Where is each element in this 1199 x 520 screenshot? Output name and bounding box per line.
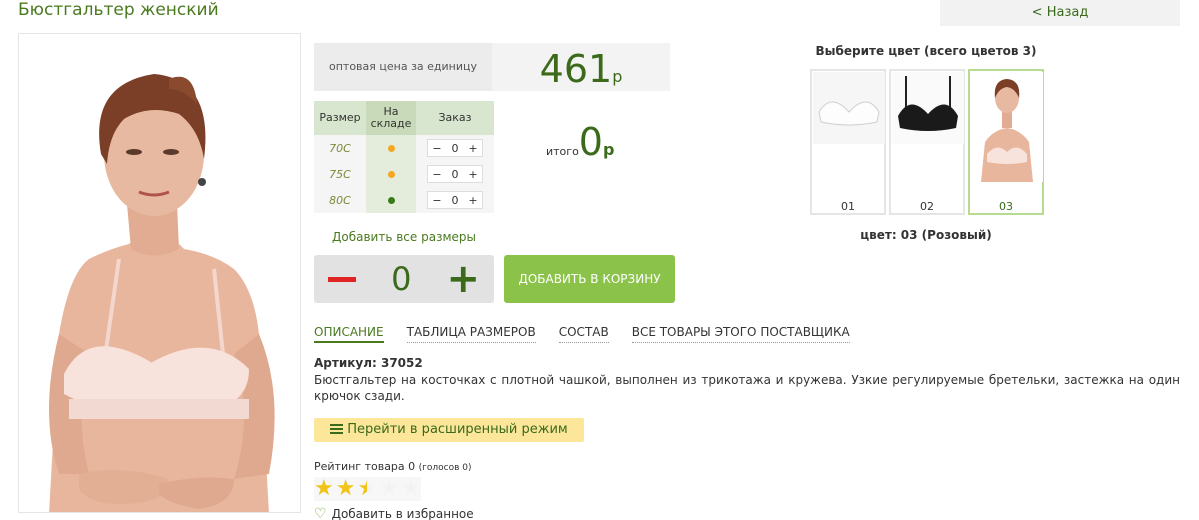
- swatch-label: 01: [841, 200, 855, 213]
- rating-label: Рейтинг товара 0: [314, 460, 416, 473]
- swatch-image: [813, 72, 885, 144]
- total-label: итого: [546, 145, 579, 158]
- total-value: 0: [578, 120, 603, 164]
- swatch-image: [892, 72, 964, 144]
- plus-button[interactable]: +: [464, 194, 482, 207]
- star-half-icon[interactable]: ★: [357, 477, 377, 501]
- advanced-mode-button[interactable]: Перейти в расширенный режим: [314, 418, 584, 442]
- star-icon[interactable]: ★: [314, 477, 334, 501]
- heart-icon: ♡: [314, 506, 327, 520]
- stock-header: На складе: [366, 101, 416, 135]
- swatch-label: 03: [999, 200, 1013, 213]
- product-tabs: ОПИСАНИЕ ТАБЛИЦА РАЗМЕРОВ СОСТАВ ВСЕ ТОВ…: [314, 325, 850, 343]
- stock-dot-icon: [387, 144, 395, 152]
- star-icon[interactable]: ★: [401, 477, 421, 501]
- table-row: 75C − 0 +: [314, 161, 494, 187]
- price-currency: р: [612, 67, 623, 86]
- star-icon[interactable]: ★: [379, 477, 399, 501]
- color-swatch[interactable]: 01: [810, 69, 886, 215]
- product-photo: [18, 33, 301, 513]
- price-amount: 461: [539, 47, 613, 91]
- tab-size-table[interactable]: ТАБЛИЦА РАЗМЕРОВ: [406, 325, 536, 343]
- size-value: 80C: [329, 193, 351, 207]
- order-stepper: − 0 +: [427, 165, 483, 183]
- minus-button[interactable]: −: [428, 168, 446, 181]
- order-qty[interactable]: 0: [446, 194, 464, 207]
- order-header: Заказ: [416, 101, 494, 135]
- rating-votes: (голосов 0): [418, 463, 472, 473]
- minus-button[interactable]: −: [428, 194, 446, 207]
- color-swatch[interactable]: 02: [889, 69, 965, 215]
- tab-supplier-products[interactable]: ВСЕ ТОВАРЫ ЭТОГО ПОСТАВЩИКА: [631, 325, 850, 343]
- article-number: Артикул: 37052: [314, 356, 423, 370]
- order-cell: − 0 +: [416, 135, 494, 161]
- swatch-label: 02: [920, 200, 934, 213]
- rating-stars: ★ ★ ★ ★ ★: [314, 477, 421, 501]
- add-to-favorites-link[interactable]: ♡ Добавить в избранное: [314, 506, 474, 520]
- product-description: Бюстгальтер на косточках с плотной чашко…: [314, 373, 1180, 403]
- page-title: Бюстгальтер женский: [18, 0, 219, 20]
- total: итого0р: [546, 120, 614, 164]
- stock-indicator: [366, 161, 416, 187]
- size-value: 70C: [329, 141, 351, 155]
- table-row: 80C − 0 +: [314, 187, 494, 213]
- color-swatches: 01 02 03: [810, 69, 1044, 215]
- list-icon: [330, 424, 344, 434]
- quantity-stepper: 0 +: [314, 255, 494, 303]
- order-stepper: − 0 +: [427, 191, 483, 209]
- stock-indicator: [366, 135, 416, 161]
- total-currency: р: [602, 140, 615, 159]
- order-qty[interactable]: 0: [446, 142, 464, 155]
- stock-dot-icon: [387, 170, 395, 178]
- favorites-label: Добавить в избранное: [331, 507, 474, 520]
- stock-dot-icon: [387, 196, 395, 204]
- minus-button[interactable]: −: [428, 142, 446, 155]
- color-picker-title: Выберите цвет (всего цветов 3): [815, 44, 1037, 58]
- plus-button[interactable]: +: [464, 168, 482, 181]
- add-to-cart-button[interactable]: ДОБАВИТЬ В КОРЗИНУ: [504, 255, 675, 303]
- add-all-sizes-link[interactable]: Добавить все размеры: [314, 230, 494, 244]
- back-button[interactable]: < Назад: [940, 0, 1180, 26]
- quantity-plus-button[interactable]: +: [446, 259, 480, 299]
- stock-indicator: [366, 187, 416, 213]
- size-header: Размер: [314, 101, 366, 135]
- rating: Рейтинг товара 0 (голосов 0): [314, 460, 472, 473]
- color-swatch-selected[interactable]: 03: [968, 69, 1044, 215]
- order-stepper: − 0 +: [427, 139, 483, 157]
- tab-composition[interactable]: СОСТАВ: [558, 325, 609, 343]
- swatch-image: [971, 72, 1043, 182]
- order-cell: − 0 +: [416, 187, 494, 213]
- price-value: 461р: [492, 43, 670, 91]
- size-value: 75C: [329, 167, 351, 181]
- quantity-minus-button[interactable]: [328, 276, 356, 282]
- star-icon[interactable]: ★: [336, 477, 356, 501]
- sizes-table: Размер На складе Заказ 70C − 0 + 75C − 0…: [314, 101, 494, 213]
- table-row: 70C − 0 +: [314, 135, 494, 161]
- plus-button[interactable]: +: [464, 142, 482, 155]
- order-cell: − 0 +: [416, 161, 494, 187]
- quantity-value[interactable]: 0: [391, 260, 411, 298]
- advanced-mode-label: Перейти в расширенный режим: [347, 422, 568, 437]
- order-qty[interactable]: 0: [446, 168, 464, 181]
- price-label: оптовая цена за единицу: [314, 43, 492, 91]
- model-image: [49, 74, 275, 512]
- selected-color-label: цвет: 03 (Розовый): [860, 228, 992, 242]
- tab-description[interactable]: ОПИСАНИЕ: [314, 325, 384, 343]
